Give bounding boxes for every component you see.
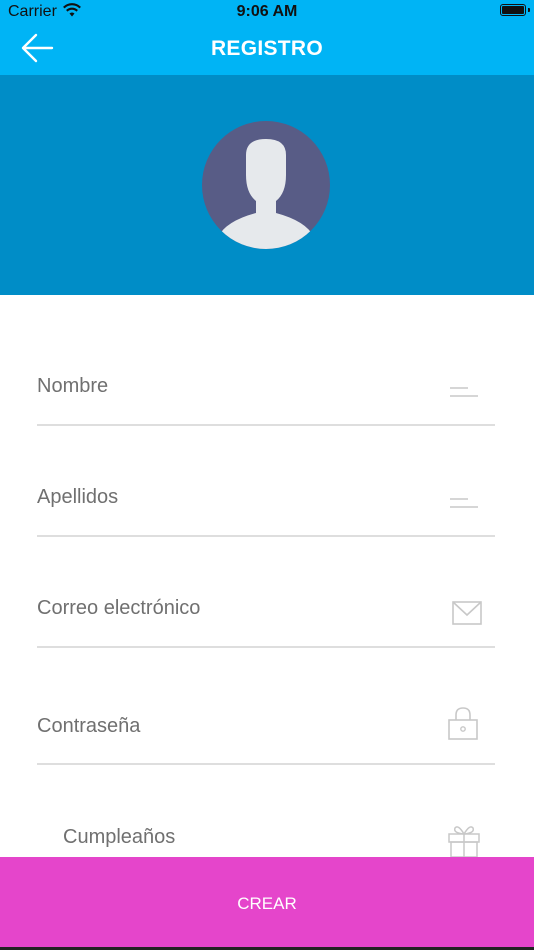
nombre-field[interactable]: Nombre bbox=[37, 360, 495, 426]
apellidos-field[interactable]: Apellidos bbox=[37, 471, 495, 537]
password-label: Contraseña bbox=[37, 715, 141, 737]
birthday-field[interactable]: Cumpleaños bbox=[63, 810, 495, 858]
email-field[interactable]: Correo electrónico bbox=[37, 582, 495, 648]
battery-icon bbox=[500, 4, 530, 16]
lock-icon bbox=[448, 707, 478, 740]
nombre-label: Nombre bbox=[37, 375, 109, 397]
create-button[interactable]: CREAR bbox=[0, 857, 534, 950]
clock: 9:06 AM bbox=[236, 3, 298, 20]
apellidos-label: Apellidos bbox=[37, 486, 119, 508]
password-field[interactable]: Contraseña bbox=[37, 693, 495, 765]
lines-icon bbox=[450, 387, 478, 397]
gift-icon bbox=[448, 826, 480, 858]
user-silhouette-icon bbox=[218, 139, 314, 249]
create-button-label: CREAR bbox=[237, 893, 297, 913]
envelope-icon bbox=[452, 601, 482, 625]
status-bar: Carrier 9:06 AM bbox=[0, 0, 534, 24]
email-label: Correo electrónico bbox=[37, 597, 201, 619]
avatar[interactable] bbox=[202, 121, 330, 249]
birthday-label: Cumpleaños bbox=[63, 826, 176, 848]
page-title: REGISTRO bbox=[210, 37, 324, 60]
lines-icon bbox=[450, 498, 478, 508]
